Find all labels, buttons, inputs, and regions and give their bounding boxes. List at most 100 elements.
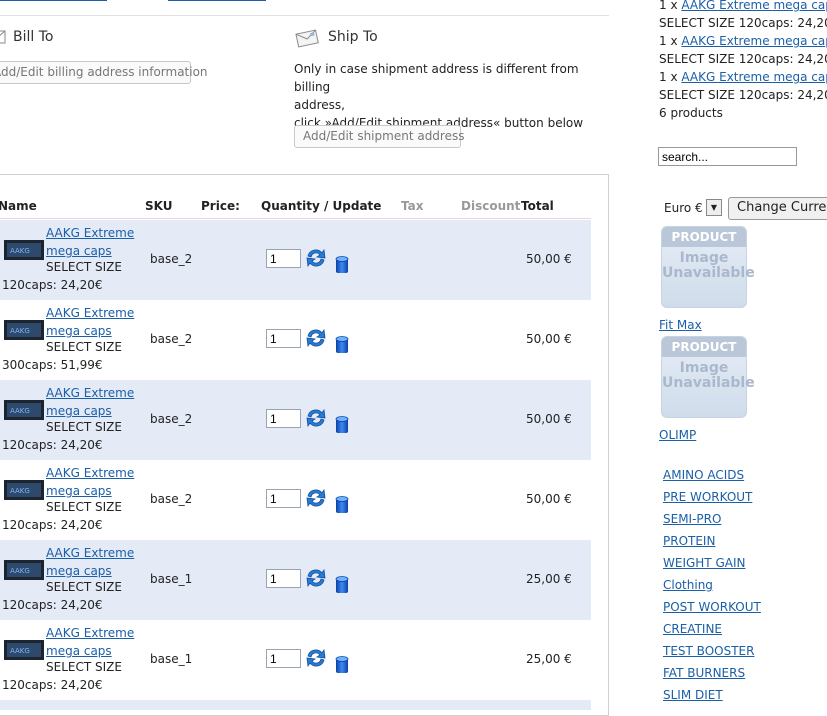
- product-thumbnail-icon: AAKG: [4, 640, 44, 660]
- top-link-1[interactable]: [0, 0, 107, 1]
- product-link[interactable]: AAKG Extreme mega caps: [46, 224, 134, 260]
- update-icon[interactable]: [305, 407, 327, 429]
- ship-to-title: Ship To: [328, 29, 378, 45]
- quantity-input[interactable]: [266, 409, 301, 428]
- delete-icon[interactable]: [334, 495, 350, 515]
- top-link-2[interactable]: [168, 0, 266, 1]
- variant-price: 120caps: 24,20€: [2, 678, 103, 692]
- product-image-placeholder[interactable]: PRODUCT Image Unavailable: [661, 336, 755, 418]
- update-icon[interactable]: [305, 647, 327, 669]
- envelope-icon: [295, 29, 319, 48]
- shipment-note: Only in case shipment address is differe…: [294, 60, 604, 132]
- size-label: SELECT SIZE: [46, 500, 122, 514]
- category-link[interactable]: WEIGHT GAIN: [663, 556, 745, 570]
- size-label: SELECT SIZE: [46, 660, 122, 674]
- cart-row: AAKG AAKG Extreme mega caps SELECT SIZE 3…: [0, 300, 591, 380]
- category-link[interactable]: AMINO ACIDS: [663, 468, 744, 482]
- column-quantity: Quantity / Update: [261, 199, 382, 213]
- bill-to-title: Bill To: [13, 29, 54, 45]
- sku: base_1: [150, 572, 193, 586]
- size-label: SELECT SIZE: [46, 340, 122, 354]
- size-label: SELECT SIZE: [46, 420, 122, 434]
- variant-price: 120caps: 24,20€: [2, 438, 103, 452]
- cart-row: AAKG AAKG Extreme mega caps SELECT SIZE 1…: [0, 220, 591, 300]
- sku: base_1: [150, 652, 193, 666]
- update-icon[interactable]: [305, 247, 327, 269]
- product-thumbnail-icon: AAKG: [4, 400, 44, 420]
- update-icon[interactable]: [305, 327, 327, 349]
- delete-icon[interactable]: [334, 415, 350, 435]
- category-link[interactable]: SEMI-PRO: [663, 512, 721, 526]
- product-link-fit-max[interactable]: Fit Max: [659, 318, 702, 332]
- product-link[interactable]: AAKG Extreme mega caps: [46, 304, 134, 340]
- variant-price: 120caps: 24,20€: [2, 518, 103, 532]
- svg-text:AAKG: AAKG: [10, 647, 30, 655]
- chevron-down-icon[interactable]: ▼: [706, 199, 722, 216]
- mini-cart-product-link[interactable]: AAKG Extreme mega caps: [681, 34, 827, 48]
- quantity-input[interactable]: [266, 249, 301, 268]
- top-divider: [0, 15, 609, 16]
- delete-icon[interactable]: [334, 335, 350, 355]
- variant-price: 120caps: 24,20€: [2, 278, 103, 292]
- sku: base_2: [150, 252, 193, 266]
- edit-shipment-address-button[interactable]: Add/Edit shipment address: [294, 125, 464, 148]
- svg-text:AAKG: AAKG: [10, 487, 30, 495]
- column-tax: Tax: [401, 199, 424, 213]
- cart-row: AAKG AAKG Extreme mega caps SELECT SIZE 1…: [0, 620, 591, 700]
- svg-text:AAKG: AAKG: [10, 247, 30, 255]
- sku: base_2: [150, 412, 193, 426]
- product-thumbnail-icon: AAKG: [4, 560, 44, 580]
- category-link[interactable]: CREATINE: [663, 622, 722, 636]
- quantity-input[interactable]: [266, 649, 301, 668]
- row-total: 50,00 €: [526, 492, 572, 506]
- delete-icon[interactable]: [334, 575, 350, 595]
- quantity-input[interactable]: [266, 569, 301, 588]
- placeholder-label: PRODUCT: [662, 227, 746, 247]
- change-currency-button[interactable]: Change Currency: [728, 197, 827, 220]
- cart-row: AAKG AAKG Extreme mega caps SELECT SIZE 1…: [0, 380, 591, 460]
- product-link[interactable]: AAKG Extreme mega caps: [46, 624, 134, 660]
- header-divider: [0, 218, 591, 219]
- column-sku: SKU: [145, 199, 173, 213]
- product-link[interactable]: AAKG Extreme mega caps: [46, 384, 134, 420]
- row-total: 25,00 €: [526, 652, 572, 666]
- quantity-input[interactable]: [266, 489, 301, 508]
- category-link[interactable]: PRE WORKOUT: [663, 490, 752, 504]
- mini-cart-product-link[interactable]: AAKG Extreme mega caps: [681, 70, 827, 84]
- category-link[interactable]: SLIM DIET: [663, 688, 723, 702]
- update-icon[interactable]: [305, 567, 327, 589]
- category-link[interactable]: TEST BOOSTER: [663, 644, 754, 658]
- quantity-input[interactable]: [266, 329, 301, 348]
- next-row-edge: [0, 700, 591, 710]
- delete-icon[interactable]: [334, 255, 350, 275]
- svg-text:AAKG: AAKG: [10, 327, 30, 335]
- envelope-icon: [0, 30, 6, 44]
- category-link[interactable]: Clothing: [663, 578, 713, 592]
- placeholder-text: Image Unavailable: [662, 360, 755, 391]
- product-image-placeholder[interactable]: PRODUCT Image Unavailable: [661, 226, 755, 308]
- currency-select[interactable]: Euro € ▼: [660, 199, 724, 218]
- row-total: 25,00 €: [526, 572, 572, 586]
- sku: base_2: [150, 332, 193, 346]
- column-price: Price:: [201, 199, 240, 213]
- edit-billing-address-button[interactable]: Add/Edit billing address information: [0, 61, 208, 84]
- column-total: Total: [521, 199, 554, 213]
- svg-text:AAKG: AAKG: [10, 567, 30, 575]
- product-thumbnail-icon: AAKG: [4, 240, 44, 260]
- currency-selected: Euro €: [664, 201, 703, 215]
- search-input[interactable]: [658, 147, 797, 166]
- category-link[interactable]: PROTEIN: [663, 534, 715, 548]
- placeholder-label: PRODUCT: [662, 337, 746, 357]
- product-link-olimp[interactable]: OLIMP: [659, 428, 696, 442]
- product-thumbnail-icon: AAKG: [4, 480, 44, 500]
- category-link[interactable]: FAT BURNERS: [663, 666, 745, 680]
- mini-cart-size: SELECT SIZE 120caps: 24,20€: [659, 88, 827, 102]
- size-label: SELECT SIZE: [46, 580, 122, 594]
- mini-cart-product-link[interactable]: AAKG Extreme mega caps: [681, 0, 827, 12]
- delete-icon[interactable]: [334, 655, 350, 675]
- product-link[interactable]: AAKG Extreme mega caps: [46, 544, 134, 580]
- update-icon[interactable]: [305, 487, 327, 509]
- product-link[interactable]: AAKG Extreme mega caps: [46, 464, 134, 500]
- row-total: 50,00 €: [526, 252, 572, 266]
- category-link[interactable]: POST WORKOUT: [663, 600, 761, 614]
